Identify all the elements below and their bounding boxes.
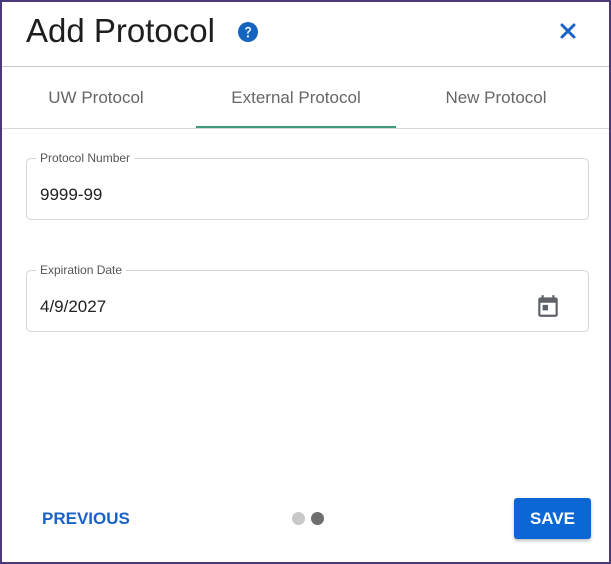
dialog-title: Add Protocol: [26, 12, 215, 49]
close-icon[interactable]: [559, 22, 577, 40]
step-dot-2: [311, 512, 324, 525]
calendar-icon[interactable]: [535, 293, 561, 319]
protocol-number-label: Protocol Number: [36, 151, 135, 165]
save-button[interactable]: SAVE: [514, 498, 591, 539]
tab-uw-protocol[interactable]: UW Protocol: [0, 67, 196, 128]
protocol-tabs: UW Protocol External Protocol New Protoc…: [2, 67, 609, 129]
protocol-number-input[interactable]: [40, 185, 520, 205]
tab-external-protocol[interactable]: External Protocol: [196, 67, 396, 128]
previous-button[interactable]: PREVIOUS: [42, 508, 130, 530]
expiration-date-field[interactable]: Expiration Date: [26, 263, 589, 332]
expiration-date-label: Expiration Date: [36, 263, 127, 277]
expiration-date-input[interactable]: [40, 297, 520, 317]
tab-new-protocol[interactable]: New Protocol: [396, 67, 596, 128]
add-protocol-dialog: Add Protocol UW Protocol External Protoc…: [0, 0, 611, 564]
question-circle-icon[interactable]: [238, 22, 258, 42]
protocol-number-field[interactable]: Protocol Number: [26, 151, 589, 220]
dialog-header: Add Protocol: [2, 2, 609, 67]
step-dot-1: [292, 512, 305, 525]
